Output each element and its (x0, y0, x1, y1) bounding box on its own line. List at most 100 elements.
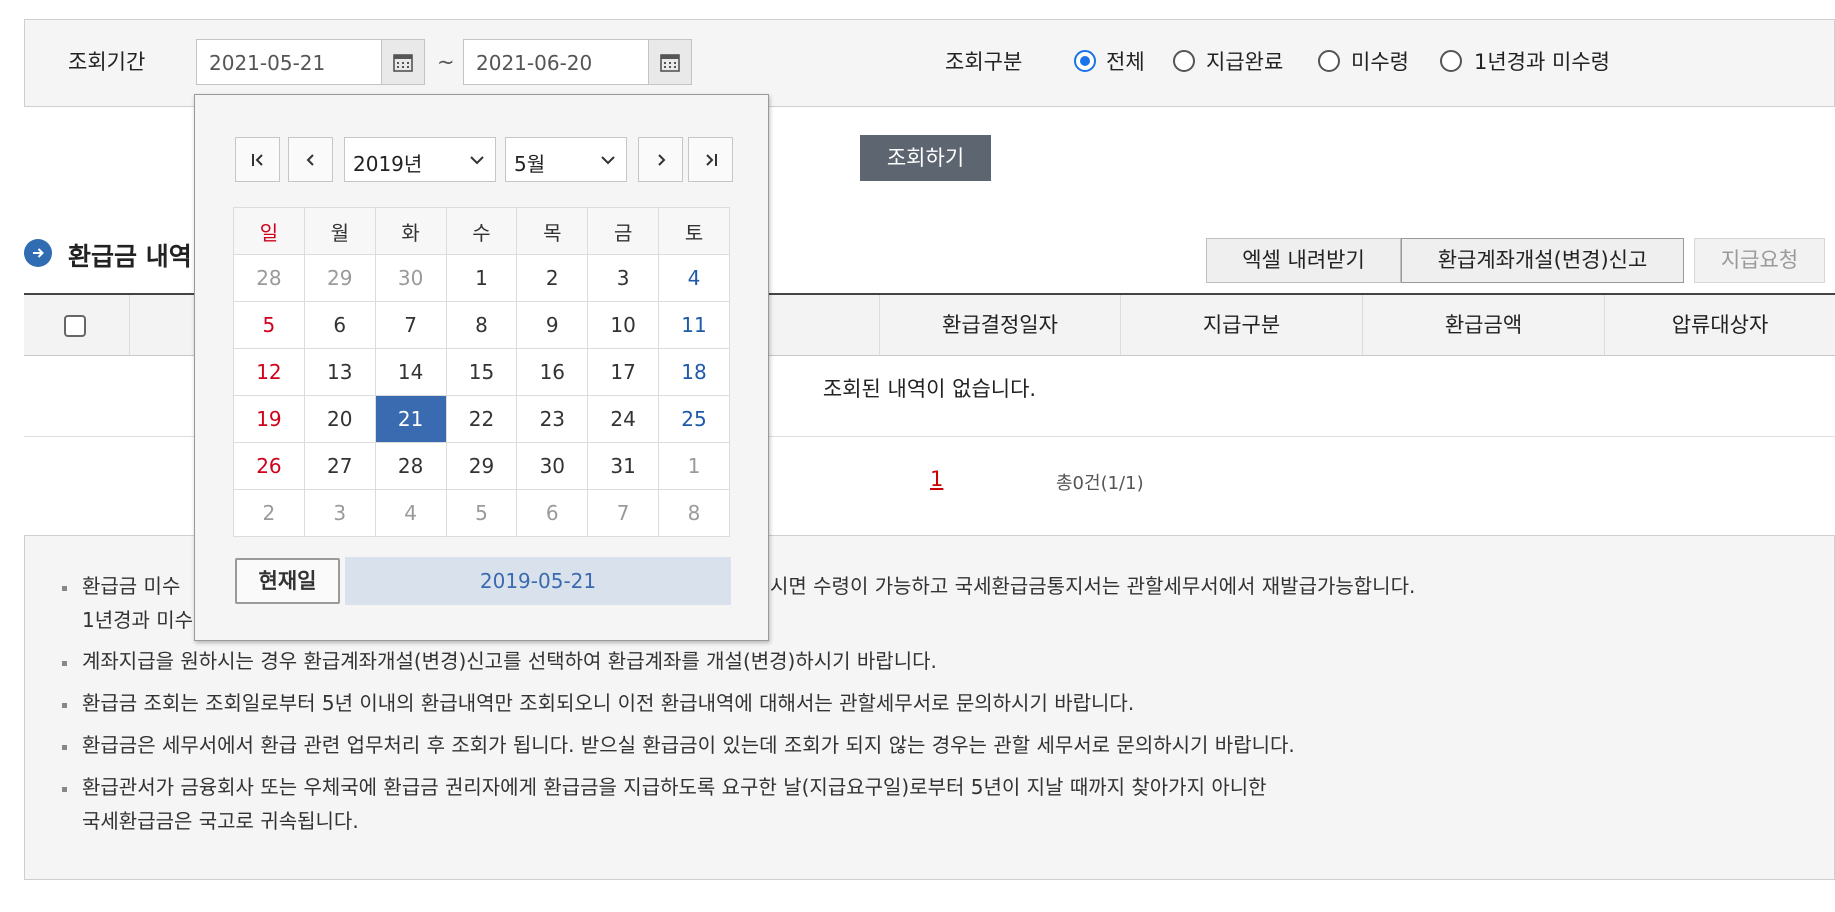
radio-paid[interactable] (1173, 50, 1195, 72)
chevron-down-icon (601, 156, 615, 165)
calendar-day[interactable]: 24 (587, 395, 660, 443)
calendar-day[interactable]: 7 (374, 301, 447, 349)
calendar-day[interactable]: 31 (587, 442, 660, 490)
note-1-line2: 1년경과 미수 (82, 608, 194, 632)
calendar-day[interactable]: 21 (374, 395, 447, 443)
calendar-day[interactable]: 9 (516, 301, 589, 349)
calendar-day[interactable]: 19 (233, 395, 305, 443)
calendar-day[interactable]: 5 (233, 301, 305, 349)
excel-download-button[interactable]: 엑셀 내려받기 (1206, 238, 1401, 283)
search-button[interactable]: 조회하기 (860, 135, 991, 181)
chevron-right-icon (658, 154, 666, 166)
radio-overdue[interactable] (1440, 50, 1462, 72)
calendar-week-row: 2345678 (233, 489, 730, 537)
calendar-week-row: 12 13 14 15 16 17 18 (233, 348, 730, 396)
calendar-day[interactable]: 30 (374, 254, 447, 302)
calendar-day[interactable]: 27 (303, 442, 376, 490)
calendar-day[interactable]: 23 (516, 395, 589, 443)
weekday-header: 토 (658, 207, 730, 255)
payment-request-button[interactable]: 지급요청 (1694, 238, 1825, 283)
year-select[interactable]: 2019년 (344, 137, 496, 182)
weekday-header: 금 (587, 207, 660, 255)
start-date-input[interactable]: 2021-05-21 (196, 39, 382, 85)
calendar-day[interactable]: 4 (374, 489, 447, 537)
date-range-separator: ~ (437, 50, 455, 74)
today-button[interactable]: 현재일 (235, 558, 340, 604)
calendar-day[interactable]: 5 (445, 489, 518, 537)
weekday-header: 화 (374, 207, 447, 255)
calendar-icon (393, 54, 413, 72)
calendar-week-row: 5 6 7 8 9 10 11 (233, 301, 730, 349)
calendar-day[interactable]: 6 (303, 301, 376, 349)
calendar-day[interactable]: 11 (658, 301, 730, 349)
refund-account-button[interactable]: 환급계좌개설(변경)신고 (1401, 238, 1684, 283)
last-month-button[interactable] (688, 137, 733, 182)
calendar-day[interactable]: 10 (587, 301, 660, 349)
end-calendar-button[interactable] (648, 39, 692, 85)
calendar-day[interactable]: 2 (233, 489, 305, 537)
start-calendar-button[interactable] (381, 39, 425, 85)
calendar-day[interactable]: 28 (233, 254, 305, 302)
header-seizure-target: 압류대상자 (1604, 295, 1835, 355)
calendar-day[interactable]: 26 (233, 442, 305, 490)
calendar-day[interactable]: 8 (658, 489, 730, 537)
calendar-day[interactable]: 18 (658, 348, 730, 396)
calendar-day[interactable]: 3 (587, 254, 660, 302)
calendar-day[interactable]: 13 (303, 348, 376, 396)
radio-overdue-label: 1년경과 미수령 (1474, 50, 1610, 74)
calendar-day[interactable]: 2 (516, 254, 589, 302)
radio-all[interactable] (1074, 50, 1096, 72)
end-date-input[interactable]: 2021-06-20 (463, 39, 649, 85)
select-all-checkbox[interactable] (64, 315, 86, 337)
calendar-day[interactable]: 15 (445, 348, 518, 396)
month-select[interactable]: 5월 (505, 137, 627, 182)
calendar-day[interactable]: 14 (374, 348, 447, 396)
selected-date-display: 2019-05-21 (345, 557, 731, 605)
radio-unclaimed-label: 미수령 (1351, 50, 1409, 74)
calendar-day[interactable]: 4 (658, 254, 730, 302)
calendar-day[interactable]: 8 (445, 301, 518, 349)
weekday-header: 수 (445, 207, 518, 255)
header-refund-amount: 환급금액 (1362, 295, 1604, 355)
calendar-day[interactable]: 1 (658, 442, 730, 490)
calendar-day[interactable]: 3 (303, 489, 376, 537)
section-title: 환급금 내역 (68, 242, 192, 271)
bullet (62, 787, 67, 792)
first-page-icon (252, 154, 263, 166)
last-page-icon (706, 154, 717, 166)
calendar-day[interactable]: 16 (516, 348, 589, 396)
note-5-line2: 국세환급금은 국고로 귀속됩니다. (82, 809, 359, 833)
calendar-day[interactable]: 22 (445, 395, 518, 443)
chevron-down-icon (470, 156, 484, 165)
note-1-part1: 환급금 미수 (82, 574, 181, 598)
note-5-line1: 환급관서가 금융회사 또는 우체국에 환급금 권리자에게 환급금을 지급하도록 … (82, 775, 1267, 799)
calendar-grid: 일 월 화 수 목 금 토 28 29 30 1 2 3 4 5 6 7 8 9 10 11 12 13 14 15 16 17 18… (233, 207, 730, 537)
period-label: 조회기간 (68, 50, 146, 74)
header-payment-type: 지급구분 (1120, 295, 1362, 355)
calendar-day[interactable]: 7 (587, 489, 660, 537)
calendar-week-row: 28 29 30 1 2 3 4 (233, 254, 730, 302)
bullet (62, 661, 67, 666)
page-link-current[interactable]: 1 (930, 467, 943, 491)
prev-month-button[interactable] (288, 137, 333, 182)
datepicker-popup: 2019년 5월 일 월 화 수 목 금 토 28 29 30 1 2 3 4 5 6 7 8 9 10 11 12 13 1… (194, 94, 769, 641)
calendar-day[interactable]: 28 (374, 442, 447, 490)
note-3: 환급금 조회는 조회일로부터 5년 이내의 환급내역만 조회되오니 이전 환급내… (82, 691, 1135, 715)
weekday-header: 월 (303, 207, 376, 255)
month-select-value: 5월 (514, 152, 546, 176)
weekday-header: 목 (516, 207, 589, 255)
calendar-day[interactable]: 6 (516, 489, 589, 537)
calendar-day[interactable]: 1 (445, 254, 518, 302)
calendar-day[interactable]: 25 (658, 395, 730, 443)
calendar-day[interactable]: 29 (445, 442, 518, 490)
calendar-day[interactable]: 30 (516, 442, 589, 490)
note-2: 계좌지급을 원하시는 경우 환급계좌개설(변경)신고를 선택하여 환급계좌를 개… (82, 649, 937, 673)
calendar-week-row: 26 27 28 29 30 31 1 (233, 442, 730, 490)
first-month-button[interactable] (235, 137, 280, 182)
radio-unclaimed[interactable] (1318, 50, 1340, 72)
calendar-day[interactable]: 12 (233, 348, 305, 396)
calendar-day[interactable]: 17 (587, 348, 660, 396)
next-month-button[interactable] (638, 137, 683, 182)
calendar-day[interactable]: 20 (303, 395, 376, 443)
calendar-day[interactable]: 29 (303, 254, 376, 302)
